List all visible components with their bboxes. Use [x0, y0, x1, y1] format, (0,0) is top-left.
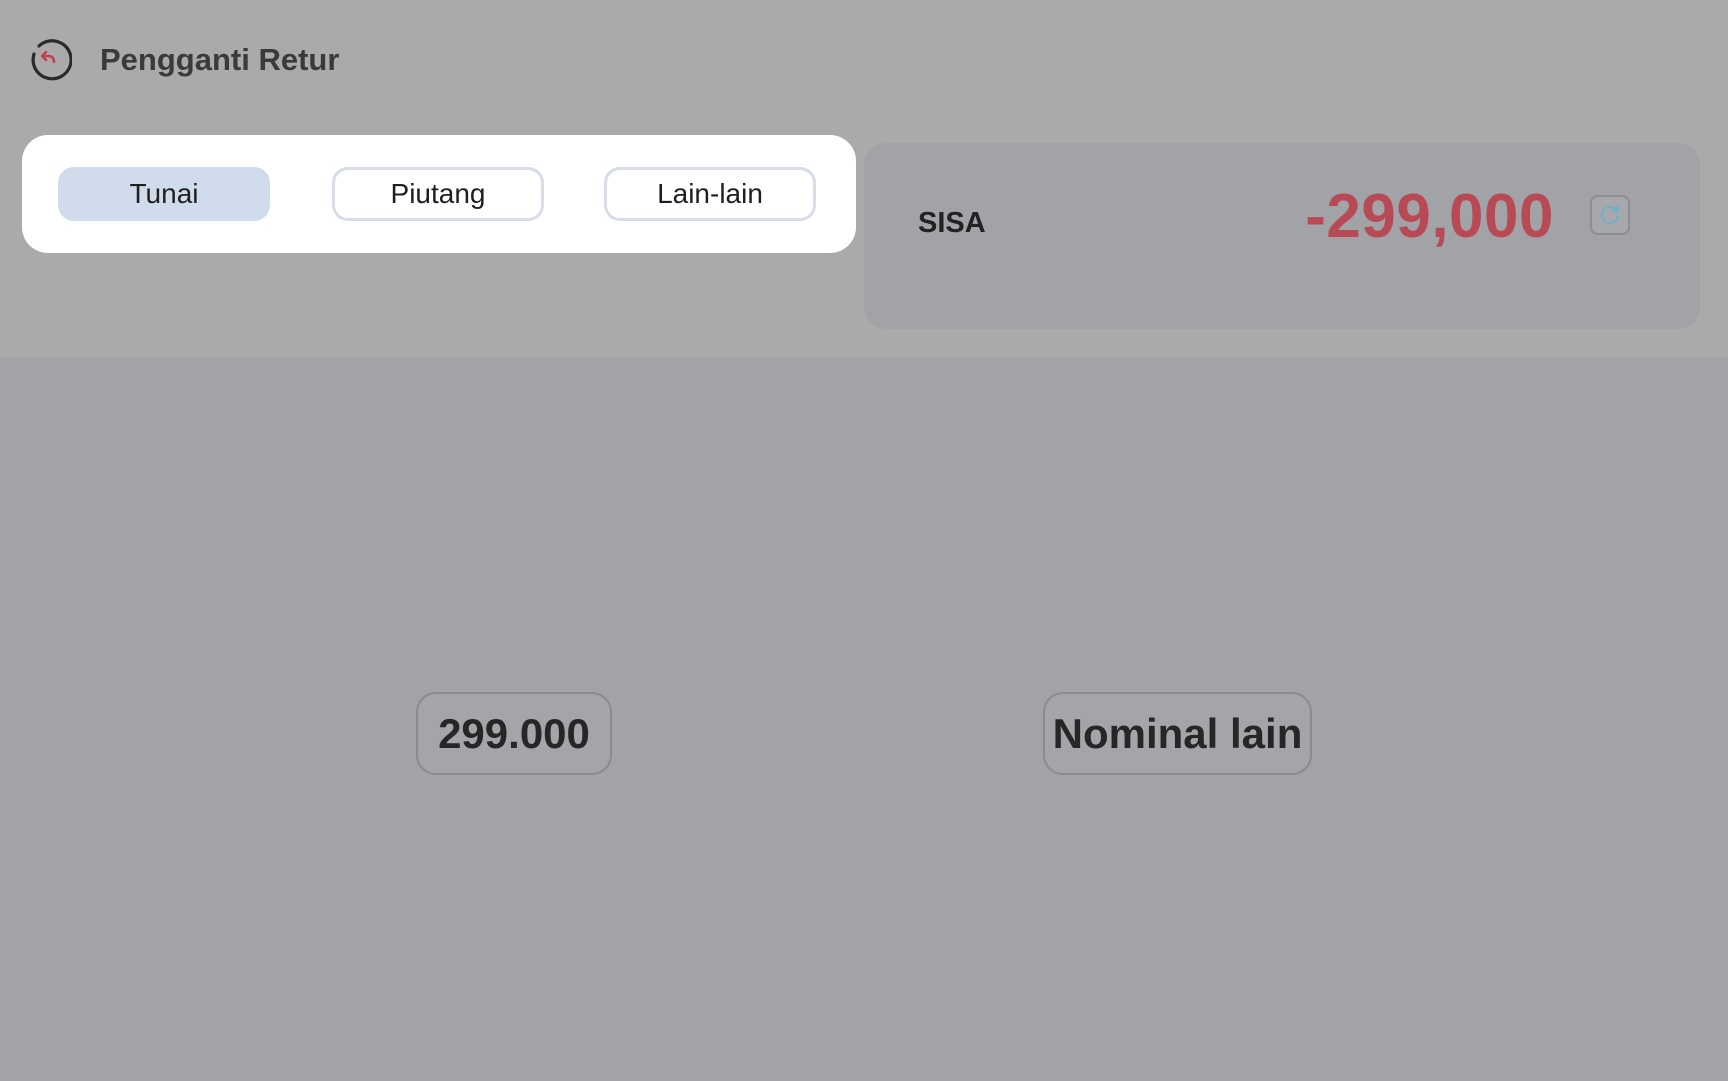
- other-amount-button[interactable]: Nominal lain: [1043, 692, 1312, 775]
- sisa-label: SISA: [918, 207, 986, 239]
- tab-piutang[interactable]: Piutang: [332, 167, 544, 221]
- screen: Pengganti Retur Tunai Piutang Lain-lain …: [0, 0, 1728, 1081]
- refresh-icon: [1601, 205, 1619, 224]
- back-button[interactable]: [26, 37, 72, 83]
- back-arrow-circle-icon: [31, 39, 72, 81]
- tab-lain-lain[interactable]: Lain-lain: [604, 167, 816, 221]
- refresh-button[interactable]: [1590, 195, 1630, 235]
- amount-299000-button[interactable]: 299.000: [416, 692, 612, 775]
- header: Pengganti Retur: [26, 36, 339, 84]
- page-title: Pengganti Retur: [100, 42, 340, 77]
- tab-tunai[interactable]: Tunai: [58, 167, 270, 221]
- remaining-balance-card: SISA -299,000: [864, 143, 1700, 329]
- payment-type-tabs: Tunai Piutang Lain-lain: [22, 135, 856, 253]
- sisa-value: -299,000: [1305, 182, 1554, 251]
